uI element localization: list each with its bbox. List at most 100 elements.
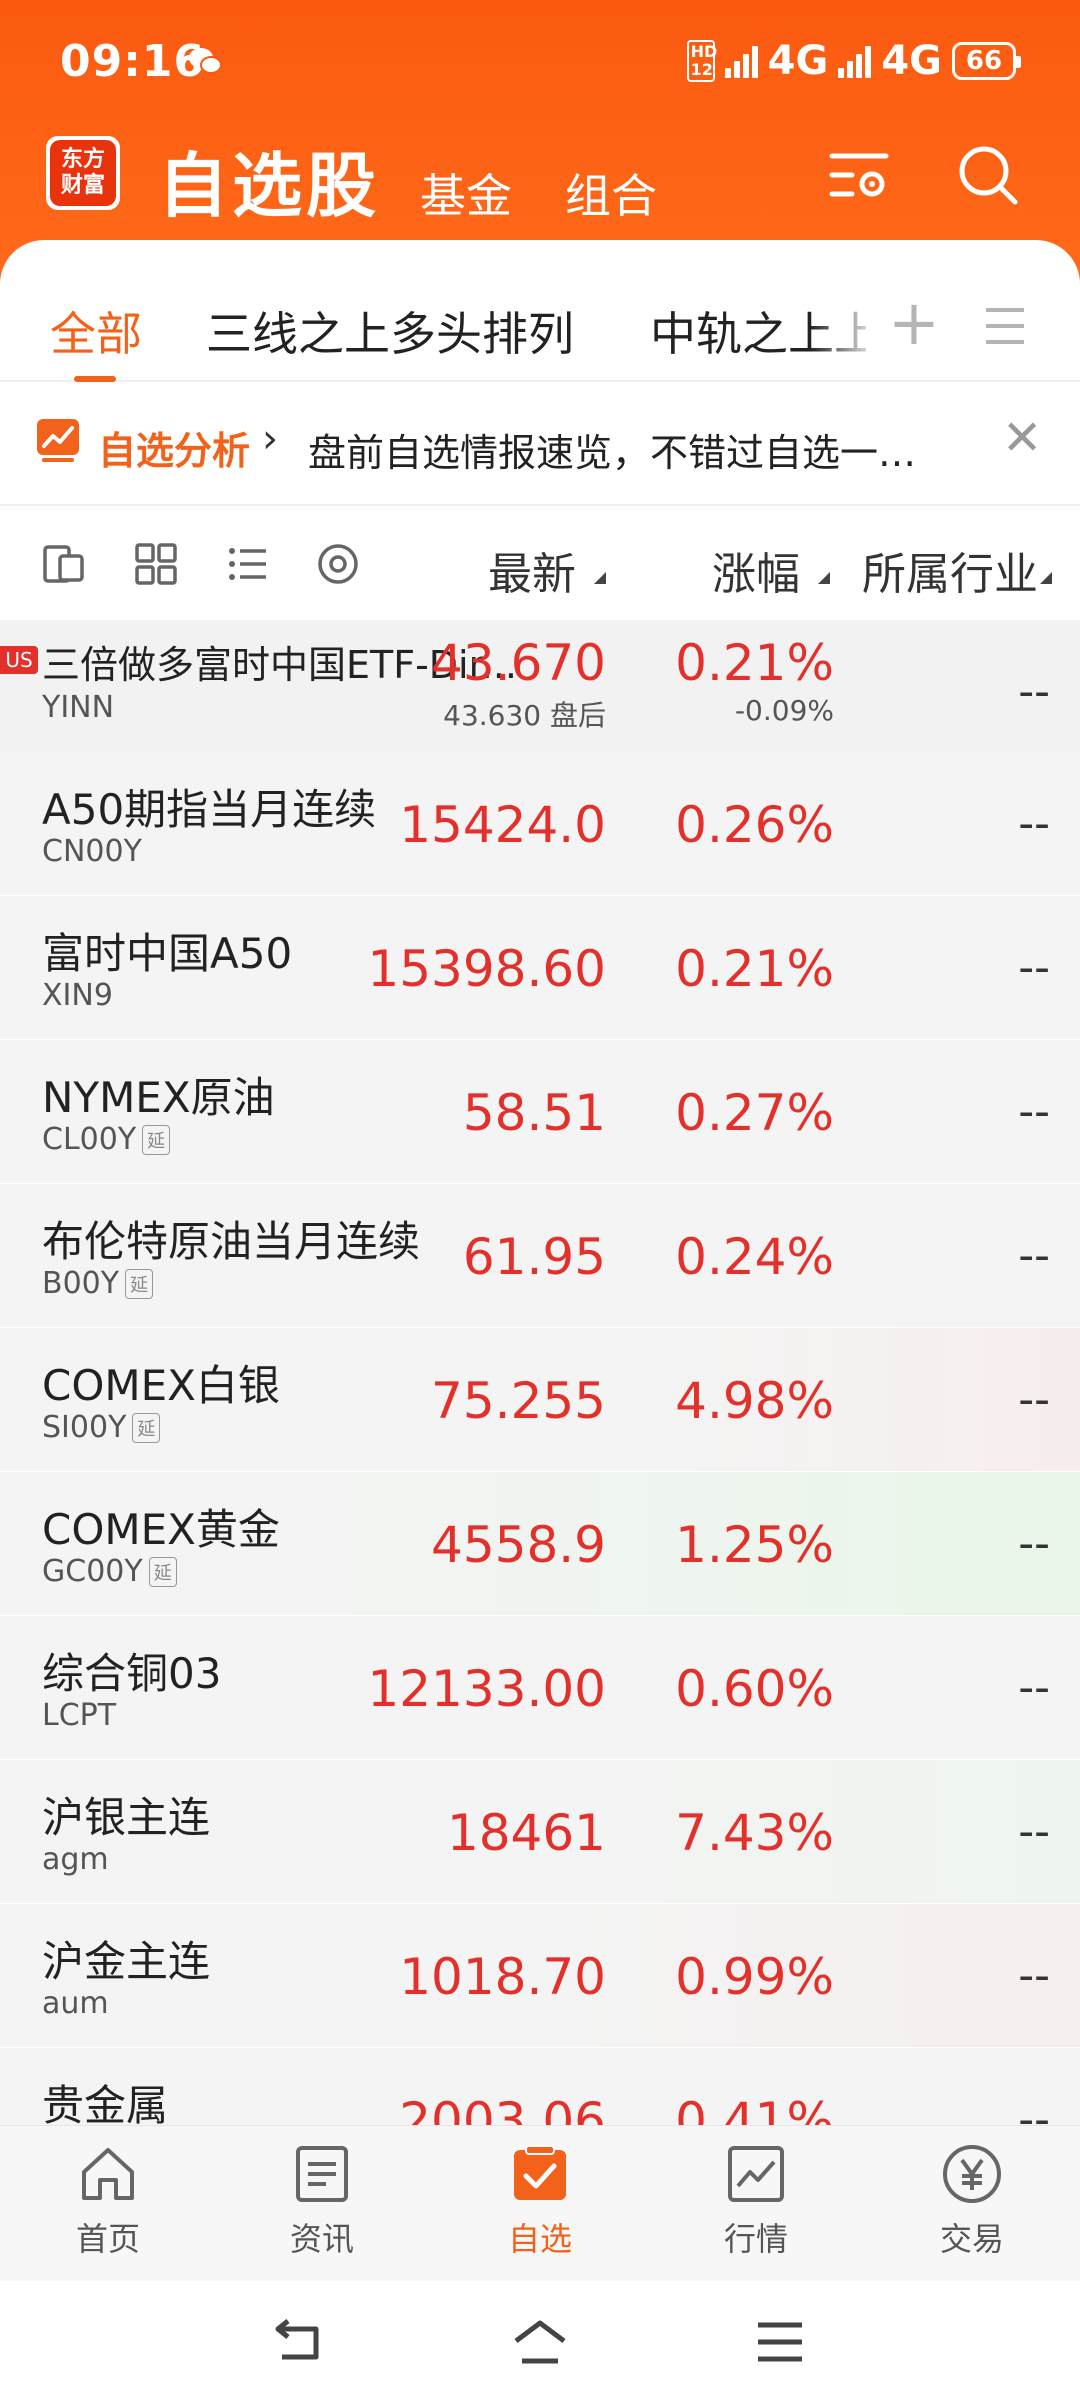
change-percent: 0.99% (675, 1948, 834, 2006)
analysis-banner[interactable]: 自选分析 › 盘前自选情报速览，不错过自选一… ✕ (0, 384, 1080, 506)
security-code: YINN (42, 690, 114, 725)
nav-watchlist[interactable]: 自选 (470, 2142, 610, 2260)
security-name: COMEX白银 (42, 1361, 280, 1410)
table-row[interactable]: COMEX黄金 GC00Y 延 4558.9 1.25% -- (0, 1472, 1080, 1616)
change-percent: 0.27% (675, 1084, 834, 1142)
signal-icon-2 (838, 44, 872, 78)
security-code: agm (42, 1842, 109, 1877)
nav-home[interactable]: 首页 (38, 2142, 178, 2260)
industry: -- (1018, 1950, 1050, 2001)
change-percent: 0.21% (675, 940, 834, 998)
security-code-text: YINN (42, 690, 115, 725)
change-percent: 0.26% (675, 796, 834, 854)
nav-market[interactable]: 行情 (686, 2142, 826, 2260)
latest-price: 58.51 (462, 1084, 606, 1142)
after-hours-price: 43.630 盘后 (443, 699, 606, 732)
hd-icon: HD 12 (686, 40, 717, 82)
table-row[interactable]: COMEX白银 SI00Y 延 75.255 4.98% -- (0, 1328, 1080, 1472)
security-code-text: B00Y (42, 1266, 120, 1301)
page-title[interactable]: 自选股 (158, 130, 380, 231)
nav-home-label: 首页 (75, 2220, 140, 2258)
network-label-2: 4G (881, 38, 942, 84)
table-row[interactable]: 沪金主连 aum 1018.70 0.99% -- (0, 1904, 1080, 2048)
security-code-text: XIN9 (42, 978, 113, 1013)
banner-title: 自选分析 (98, 429, 251, 473)
latest-price: 75.255 (431, 1372, 606, 1430)
edit-list-icon[interactable] (42, 542, 86, 586)
list-view-icon[interactable] (226, 542, 270, 586)
security-name: NYMEX原油 (42, 1073, 275, 1122)
title-bar: 东方 财富 自选股 基金 组合 (0, 130, 1080, 230)
latest-price: 2003.06 (399, 2092, 606, 2125)
nav-news-label: 资讯 (289, 2220, 354, 2258)
table-row[interactable]: 布伦特原油当月连续 B00Y 延 61.95 0.24% -- (0, 1184, 1080, 1328)
security-code-text: aum (42, 1986, 109, 2021)
security-name: 综合铜03 (42, 1649, 222, 1698)
recent-apps-icon[interactable] (752, 2317, 808, 2367)
column-industry[interactable]: 所属行业 (862, 538, 1038, 602)
security-name: COMEX黄金 (42, 1505, 280, 1554)
nav-news[interactable]: 资讯 (252, 2142, 392, 2260)
change-percent: 4.98% (675, 1372, 834, 1430)
security-code-text: SI00Y (42, 1410, 127, 1445)
nav-watchlist-label: 自选 (507, 2220, 572, 2258)
security-code: aum (42, 1986, 109, 2021)
table-row[interactable]: 贵金属 2003.06 0.41% -- (0, 2048, 1080, 2125)
nav-trade-label: 交易 (939, 2220, 1004, 2258)
security-name: 布伦特原油当月连续 (42, 1217, 421, 1266)
change-percent: 7.43% (675, 1804, 834, 1862)
news-icon (296, 2146, 348, 2202)
chevron-right-icon: › (262, 416, 278, 462)
change-percent: 0.60% (675, 1660, 834, 1718)
menu-icon[interactable] (984, 306, 1026, 346)
chart-analysis-icon (37, 419, 79, 462)
table-row[interactable]: NYMEX原油 CL00Y 延 58.51 0.27% -- (0, 1040, 1080, 1184)
latest-price: 15424.0 (399, 796, 606, 854)
network-label-1: 4G (767, 38, 829, 84)
security-code: B00Y 延 (42, 1266, 154, 1301)
industry: -- (1018, 666, 1050, 717)
watchlist-icon (514, 2145, 566, 2200)
table-row[interactable]: 综合铜03 LCPT 12133.00 0.60% -- (0, 1616, 1080, 1760)
battery-icon: 66 (952, 42, 1021, 80)
table-row[interactable]: US 三倍做多富时中国ETF-Dir... YINN 43.670 43.630… (0, 620, 1080, 764)
security-name: 沪金主连 (42, 1937, 211, 1986)
app-logo[interactable]: 东方 财富 (46, 136, 120, 210)
bottom-nav: 首页 资讯 自选 行情 交易 (0, 2125, 1080, 2281)
column-header: 最新 涨幅 所属行业 (0, 508, 1080, 620)
nav-trade[interactable]: 交易 (902, 2142, 1042, 2260)
search-icon[interactable] (955, 142, 1021, 208)
logo-text-2: 财富 (60, 173, 105, 198)
security-code-text: LCPT (42, 1698, 117, 1733)
grid-view-icon[interactable] (134, 542, 178, 586)
industry: -- (1018, 1086, 1050, 1137)
industry: -- (1018, 1230, 1050, 1281)
tab-active-indicator (74, 376, 116, 382)
table-row[interactable]: A50期指当月连续 CN00Y 15424.0 0.26% -- (0, 752, 1080, 896)
close-icon[interactable]: ✕ (1002, 410, 1042, 466)
target-icon[interactable] (316, 542, 360, 586)
back-icon[interactable] (270, 2317, 326, 2367)
group-tabs: 全部 三线之上多头排列 中轨之上上 + (0, 250, 1080, 382)
sort-change-icon (818, 572, 830, 584)
latest-price: 1018.70 (399, 1948, 606, 2006)
table-row[interactable]: 沪银主连 agm 18461 7.43% -- (0, 1760, 1080, 1904)
combo-tab[interactable]: 组合 (565, 160, 657, 226)
column-change[interactable]: 涨幅 (712, 538, 800, 602)
table-row[interactable]: 富时中国A50 XIN9 15398.60 0.21% -- (0, 896, 1080, 1040)
security-code-text: GC00Y (42, 1554, 143, 1589)
delayed-quote-icon: 延 (125, 1268, 154, 1299)
add-group-icon[interactable]: + (888, 286, 940, 359)
tab-bull-arrangement[interactable]: 三线之上多头排列 (206, 298, 574, 364)
battery-level: 66 (965, 46, 1003, 76)
security-name: A50期指当月连续 (42, 785, 377, 834)
list-settings-icon[interactable] (826, 142, 892, 208)
security-name: 贵金属 (42, 2081, 169, 2125)
yen-trade-icon (943, 2145, 1001, 2203)
fund-tab[interactable]: 基金 (420, 160, 512, 226)
column-latest[interactable]: 最新 (488, 538, 576, 602)
tab-all[interactable]: 全部 (50, 298, 142, 364)
security-code-text: agm (42, 1842, 109, 1877)
home-nav-icon[interactable] (512, 2317, 568, 2367)
home-icon (82, 2148, 134, 2200)
